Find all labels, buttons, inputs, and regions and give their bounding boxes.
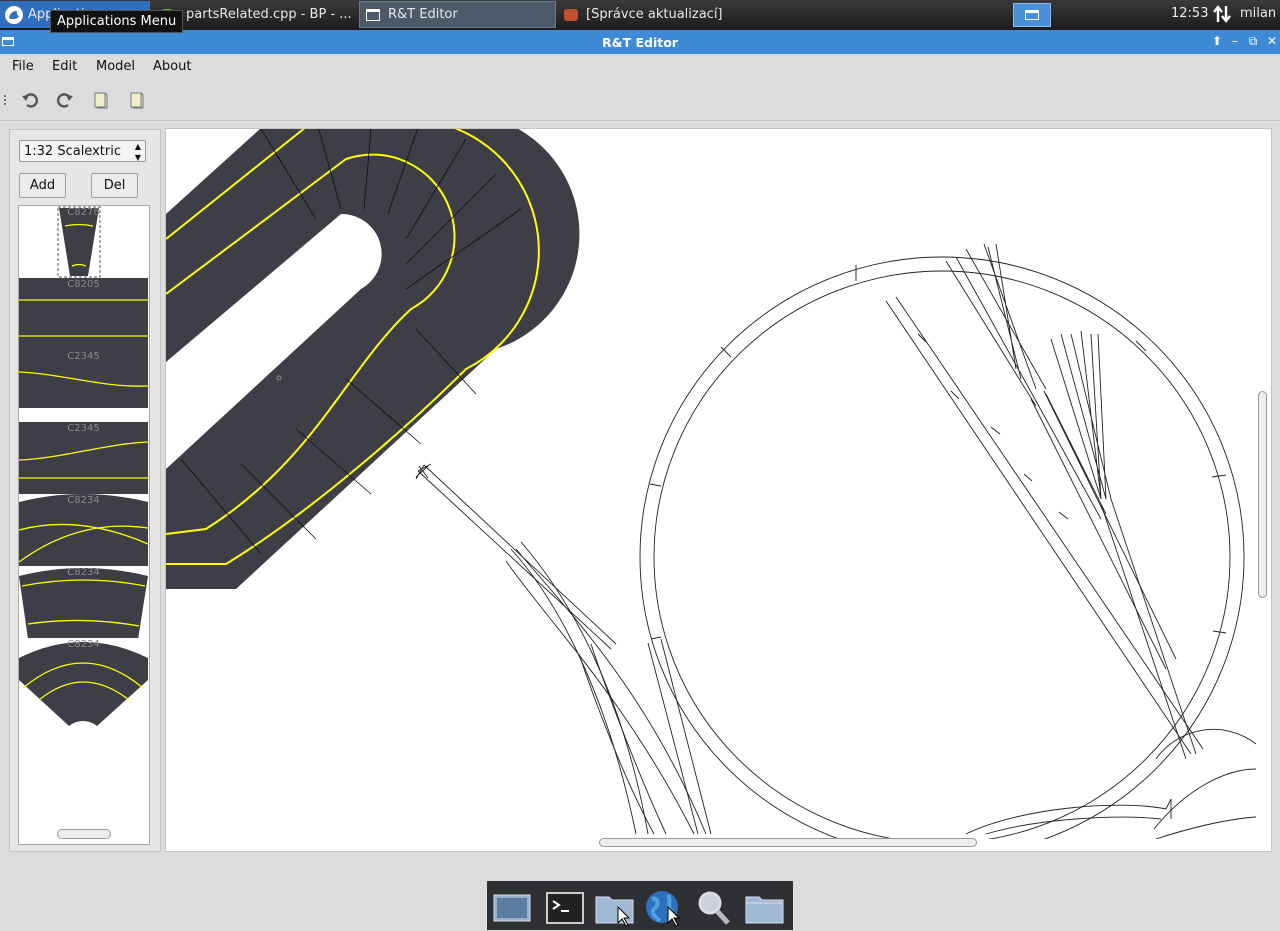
undo-icon[interactable] (20, 90, 40, 110)
menu-model[interactable]: Model (96, 59, 135, 74)
desktop-icon[interactable] (490, 887, 534, 927)
part-code: C8234 (67, 567, 100, 578)
toolbar (0, 80, 1280, 121)
dock (487, 881, 793, 930)
document-icon[interactable] (91, 90, 111, 110)
shade-icon[interactable]: ⬆ (1209, 33, 1225, 49)
workspace-switcher[interactable] (1013, 3, 1051, 27)
task-label: partsRelated.cpp - BP - ... (186, 7, 352, 22)
task-button-parts-related[interactable]: partsRelated.cpp - BP - ... (158, 1, 354, 28)
close-icon[interactable]: ✕ (1264, 33, 1280, 49)
parts-panel: 1:32 Scalextric ▲▼ Add Del C8278 C8205 (9, 129, 161, 852)
maximize-icon[interactable]: ⧉ (1245, 33, 1261, 49)
terminal-icon[interactable] (543, 887, 587, 927)
part-code: C8234 (67, 495, 100, 506)
window-titlebar[interactable]: R&T Editor ⬆ – ⧉ ✕ (0, 30, 1280, 54)
track-canvas[interactable] (165, 128, 1272, 852)
track-layout[interactable] (166, 129, 1256, 839)
task-label: [Správce aktualizací] (586, 7, 723, 22)
update-manager-icon (564, 8, 578, 21)
browser-icon[interactable] (642, 887, 686, 927)
folder-icon[interactable] (743, 887, 787, 927)
part-code: C8234 (67, 639, 100, 650)
part-code: C8205 (67, 279, 100, 290)
part-item[interactable]: C8205 (19, 278, 148, 350)
part-shape (19, 642, 148, 726)
part-item[interactable]: C8278 (19, 206, 148, 278)
scale-select[interactable]: 1:32 Scalextric ▲ ▼ (19, 140, 146, 162)
part-item[interactable]: C2345 (19, 422, 148, 494)
part-item[interactable]: C8234 (19, 494, 148, 566)
toolbar-grip-icon[interactable] (4, 95, 9, 105)
spin-arrows-icon: ▲ ▼ (134, 142, 141, 162)
menu-file[interactable]: File (12, 59, 34, 74)
canvas-horizontal-scrollbar[interactable] (599, 838, 977, 847)
redo-icon[interactable] (55, 90, 75, 110)
menu-edit[interactable]: Edit (52, 59, 77, 74)
part-item[interactable]: C8234 (19, 566, 148, 638)
part-code: C2345 (67, 351, 100, 362)
user-name[interactable]: milan (1240, 6, 1276, 21)
scale-select-value: 1:32 Scalextric (24, 144, 121, 159)
add-button[interactable]: Add (19, 173, 66, 198)
part-code: C8278 (67, 207, 100, 218)
home-folder-icon[interactable] (593, 887, 637, 927)
top-panel: Applications Applications Menu partsRela… (0, 0, 1280, 33)
part-item[interactable]: C8234 (19, 638, 148, 728)
applications-menu-tooltip: Applications Menu (50, 10, 184, 33)
workspace-window-icon (1025, 10, 1039, 20)
xfce-logo-icon (4, 5, 24, 25)
canvas-vertical-scrollbar[interactable] (1258, 391, 1267, 598)
window-icon (366, 8, 380, 21)
minimize-icon[interactable]: – (1227, 33, 1243, 49)
rendered-track[interactable] (166, 129, 580, 609)
network-icon[interactable] (1213, 4, 1231, 24)
clock[interactable]: 12:53 (1171, 6, 1208, 21)
document-icon[interactable] (127, 90, 147, 110)
search-icon[interactable] (692, 887, 736, 927)
parts-list-scrollbar[interactable] (57, 829, 111, 839)
parts-list[interactable]: C8278 C8205 C2345 C2345 C8234 C8234 C823… (18, 205, 150, 845)
window-title: R&T Editor (602, 35, 678, 50)
del-button[interactable]: Del (91, 173, 138, 198)
menu-bar: File Edit Model About (0, 54, 1280, 80)
task-button-rt-editor[interactable]: R&T Editor (359, 1, 556, 28)
task-label: R&T Editor (388, 7, 458, 22)
part-code: C2345 (67, 423, 100, 434)
task-button-update-manager[interactable]: [Správce aktualizací] (558, 1, 758, 28)
menu-about[interactable]: About (153, 59, 191, 74)
outline-track[interactable] (415, 243, 1256, 839)
part-item[interactable]: C2345 (19, 350, 148, 422)
